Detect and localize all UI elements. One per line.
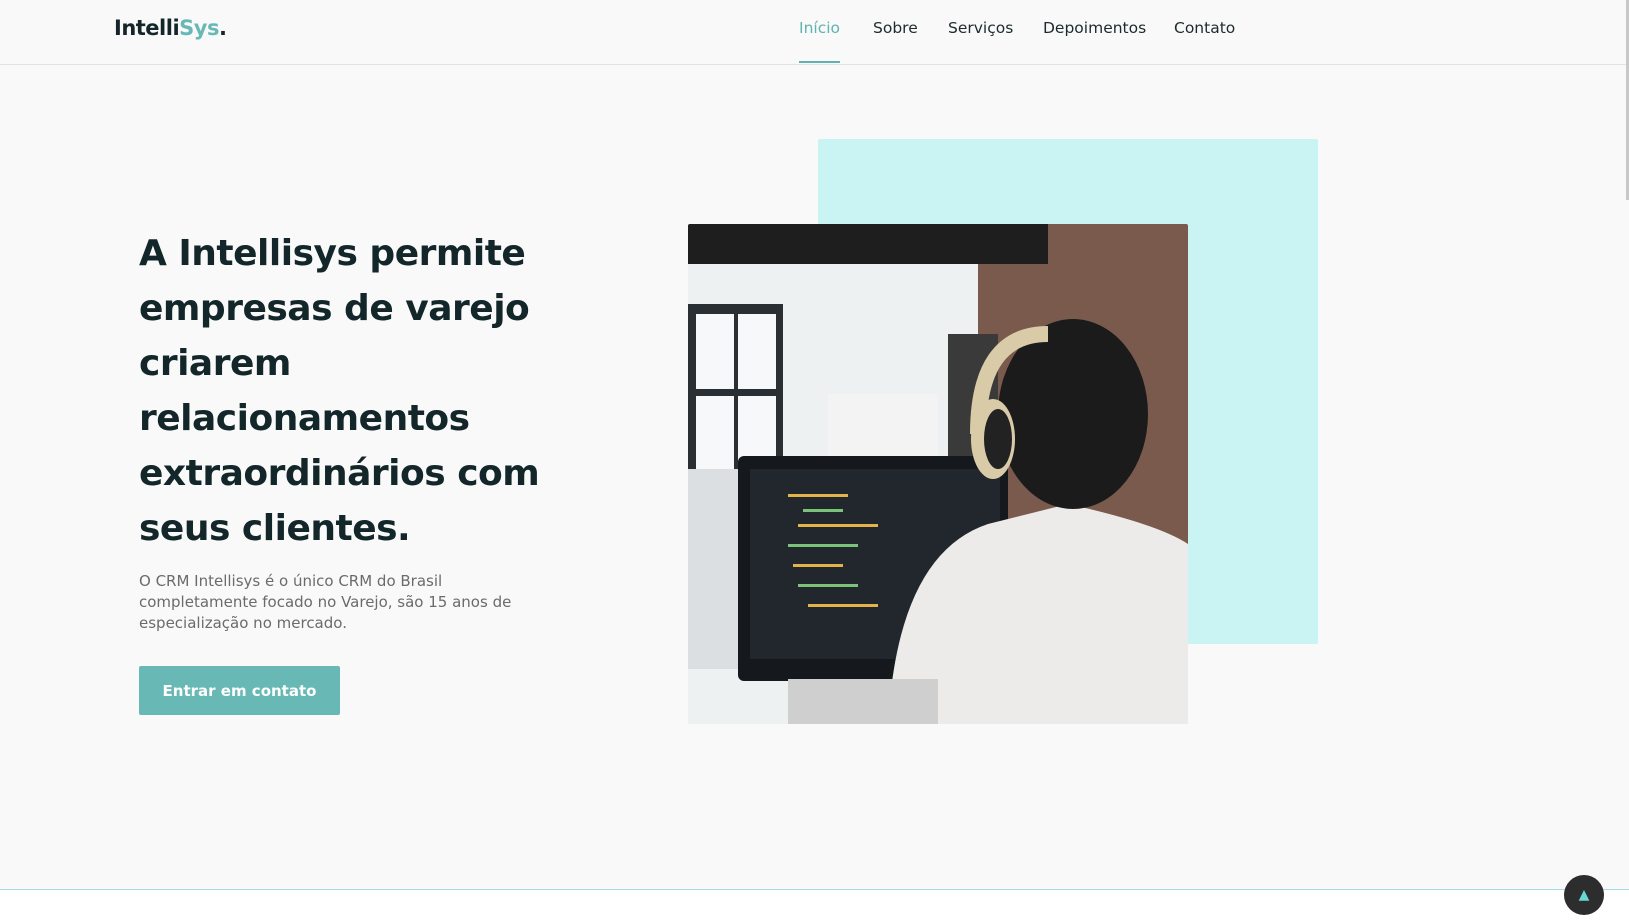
- nav-depoimentos[interactable]: Depoimentos: [1043, 19, 1146, 63]
- hero-headline: A Intellisys permite empresas de varejo …: [139, 233, 540, 549]
- arrow-up-icon: ▲: [1578, 887, 1590, 903]
- nav-sobre[interactable]: Sobre: [873, 19, 918, 63]
- logo-dot: .: [218, 16, 227, 40]
- site-header: IntelliSys. Início Sobre Serviços Depoim…: [0, 0, 1629, 65]
- photo-illustration: [688, 224, 1188, 724]
- contact-button[interactable]: Entrar em contato: [139, 666, 340, 715]
- logo[interactable]: IntelliSys.: [114, 16, 227, 40]
- nav-servicos[interactable]: Serviços: [948, 19, 1013, 63]
- next-section-edge: [0, 889, 1629, 921]
- scroll-to-top-button[interactable]: ▲: [1564, 875, 1604, 915]
- logo-accent-text: Sys: [179, 16, 219, 40]
- nav-inicio[interactable]: Início: [799, 19, 841, 63]
- hero-image: [688, 224, 1188, 724]
- hero-description: O CRM Intellisys é o único CRM do Brasil…: [139, 572, 512, 632]
- logo-text: Intelli: [114, 16, 180, 40]
- nav-contato[interactable]: Contato: [1174, 19, 1235, 63]
